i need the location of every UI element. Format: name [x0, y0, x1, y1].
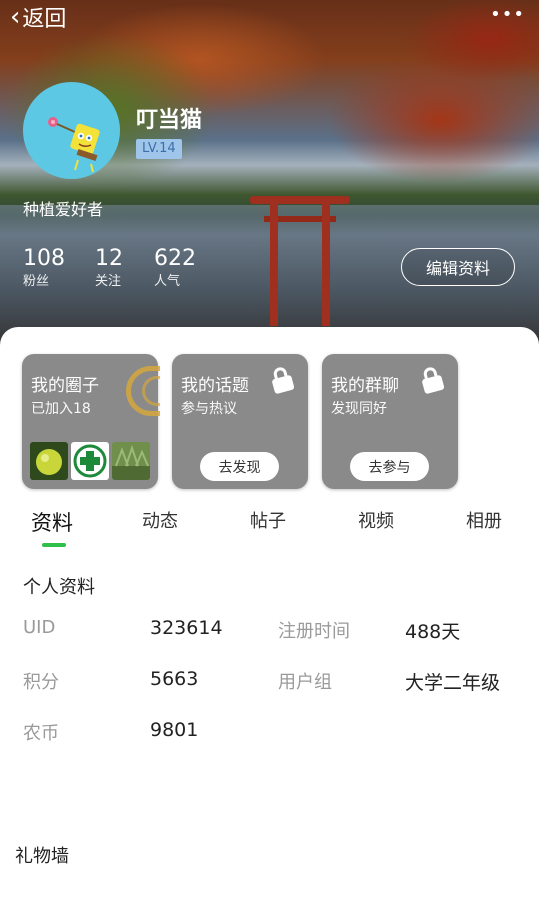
- avatar[interactable]: [23, 82, 120, 179]
- field-value-uid: 323614: [150, 617, 223, 639]
- back-button[interactable]: ‹ 返回: [10, 2, 66, 32]
- card-title: 我的群聊: [331, 376, 399, 396]
- profile-bio: 种植爱好者: [23, 200, 104, 219]
- field-value-farm-coins: 9801: [150, 719, 199, 741]
- more-icon[interactable]: •••: [490, 4, 525, 25]
- circle-thumb-greenhouse[interactable]: [112, 442, 150, 480]
- sponge-avatar-icon: [48, 117, 100, 173]
- field-label-uid: UID: [23, 617, 56, 638]
- tab-activity[interactable]: 动态: [142, 507, 178, 533]
- level-badge: LV.14: [136, 139, 182, 159]
- lock-icon: [422, 367, 445, 394]
- card-subtitle: 发现同好: [331, 401, 387, 417]
- circle-thumbnails: [30, 442, 150, 480]
- join-button[interactable]: 去参与: [350, 452, 429, 481]
- circle-thumb-fruit[interactable]: [30, 442, 68, 480]
- edit-profile-button[interactable]: 编辑资料: [401, 248, 515, 286]
- profile-sheet: 我的圈子 已加入18 我的话题 参与热议 去发现 我的群聊 发现同好 去参与 资…: [0, 327, 539, 904]
- section-title-gift-wall: 礼物墙: [15, 846, 69, 867]
- stat-followers[interactable]: 108 粉丝: [23, 246, 65, 292]
- discover-button[interactable]: 去发现: [200, 452, 279, 481]
- card-my-groups[interactable]: 我的群聊 发现同好 去参与: [322, 354, 458, 489]
- field-label-registered: 注册时间: [278, 621, 350, 642]
- field-value-registered: 488天: [405, 621, 461, 643]
- field-value-points: 5663: [150, 668, 199, 690]
- card-my-circles[interactable]: 我的圈子 已加入18: [22, 354, 160, 489]
- field-label-points: 积分: [23, 672, 59, 693]
- card-subtitle: 参与热议: [181, 401, 237, 417]
- tab-info[interactable]: 资料: [31, 507, 73, 537]
- stat-label: 关注: [95, 274, 122, 289]
- field-label-farm-coins: 农币: [23, 723, 59, 744]
- card-title: 我的话题: [181, 376, 249, 396]
- stat-value: 12: [95, 246, 123, 271]
- tab-posts[interactable]: 帖子: [250, 507, 286, 533]
- tab-videos[interactable]: 视频: [358, 507, 394, 533]
- stat-value: 622: [154, 246, 196, 271]
- section-title-profile-info: 个人资料: [23, 577, 95, 598]
- circle-thumb-emblem[interactable]: [71, 442, 109, 480]
- profile-name: 叮当猫: [136, 108, 203, 133]
- lock-icon: [272, 367, 295, 394]
- stat-following[interactable]: 12 关注: [95, 246, 123, 292]
- field-label-user-group: 用户组: [278, 672, 332, 693]
- stat-label: 粉丝: [23, 274, 50, 289]
- chevron-left-icon: ‹: [10, 2, 21, 32]
- stat-label: 人气: [154, 274, 181, 289]
- card-subtitle: 已加入18: [31, 401, 91, 417]
- stat-value: 108: [23, 246, 65, 271]
- active-tab-indicator: [42, 543, 66, 547]
- tab-albums[interactable]: 相册: [466, 507, 502, 533]
- card-my-topics[interactable]: 我的话题 参与热议 去发现: [172, 354, 308, 489]
- back-label: 返回: [22, 7, 67, 32]
- profile-tabs: 资料 动态 帖子 视频 相册: [0, 507, 539, 547]
- card-title: 我的圈子: [31, 376, 99, 396]
- stat-popularity[interactable]: 622 人气: [154, 246, 196, 292]
- field-value-user-group: 大学二年级: [405, 672, 501, 694]
